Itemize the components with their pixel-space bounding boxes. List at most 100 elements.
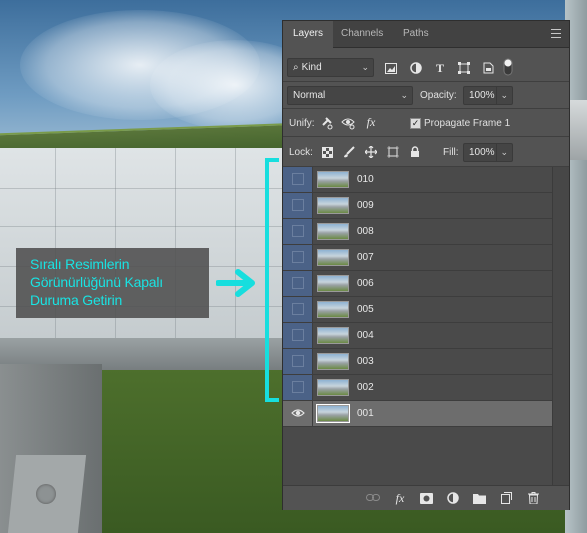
hidden-eye-icon xyxy=(292,199,304,211)
annotation-bracket xyxy=(265,158,279,402)
blend-mode-value: Normal xyxy=(293,90,326,101)
tab-paths[interactable]: Paths xyxy=(393,21,439,47)
layer-row[interactable]: 005 xyxy=(283,297,552,323)
add-mask-icon[interactable] xyxy=(419,491,433,505)
tab-channels[interactable]: Channels xyxy=(331,21,393,47)
opacity-value: 100% xyxy=(469,90,495,101)
new-group-icon[interactable] xyxy=(472,491,486,505)
layer-name: 007 xyxy=(357,252,374,263)
filter-row: ⌕ Kind ⌄ T xyxy=(283,48,569,82)
pixel-filter-icon[interactable] xyxy=(384,61,398,75)
hidden-eye-icon xyxy=(292,225,304,237)
layer-thumbnail xyxy=(317,379,349,396)
adjustment-filter-icon[interactable] xyxy=(409,61,423,75)
visibility-toggle-off[interactable] xyxy=(283,349,313,374)
visibility-toggle-on[interactable] xyxy=(283,401,313,426)
layer-row[interactable]: 001 xyxy=(283,401,552,427)
lock-position-icon[interactable] xyxy=(364,145,378,159)
filter-kind-value: Kind xyxy=(301,62,322,73)
type-filter-icon[interactable]: T xyxy=(433,61,447,75)
unify-visibility-icon[interactable] xyxy=(341,116,355,130)
unify-style-icon[interactable]: fx xyxy=(364,115,378,129)
new-layer-icon[interactable] xyxy=(499,491,513,505)
fill-label: Fill: xyxy=(443,147,459,158)
annotation-line-1: Sıralı Resimlerin xyxy=(30,256,130,272)
layer-thumbnail xyxy=(317,197,349,214)
layer-name: 006 xyxy=(357,278,374,289)
lock-artboard-icon[interactable] xyxy=(386,145,400,159)
layer-row[interactable]: 008 xyxy=(283,219,552,245)
layer-row[interactable]: 006 xyxy=(283,271,552,297)
chevron-down-icon: ⌄ xyxy=(361,62,369,72)
annotation-line-2: Görünürlüğünü Kapalı xyxy=(30,274,163,290)
unify-position-icon[interactable] xyxy=(320,116,334,130)
eye-icon xyxy=(291,409,305,417)
adjustment-layer-icon[interactable] xyxy=(446,491,460,505)
chevron-down-icon: ⌄ xyxy=(496,144,508,161)
hidden-eye-icon xyxy=(292,355,304,367)
visibility-toggle-off[interactable] xyxy=(283,245,313,270)
layer-name: 005 xyxy=(357,304,374,315)
annotation-box: Sıralı Resimlerin Görünürlüğünü Kapalı D… xyxy=(16,248,209,318)
visibility-toggle-off[interactable] xyxy=(283,323,313,348)
hidden-eye-icon xyxy=(292,251,304,263)
visibility-toggle-off[interactable] xyxy=(283,271,313,296)
panel-tabbar: Layers Channels Paths xyxy=(283,21,569,48)
smart-object-filter-icon[interactable] xyxy=(481,61,495,75)
opacity-label: Opacity: xyxy=(420,90,457,101)
layer-name: 009 xyxy=(357,200,374,211)
lock-transparent-pixels-icon[interactable] xyxy=(320,145,334,159)
layer-name: 001 xyxy=(357,408,374,419)
layer-thumbnail xyxy=(317,353,349,370)
opacity-input[interactable]: 100% ⌄ xyxy=(463,86,513,105)
panel-menu-icon[interactable] xyxy=(551,29,561,38)
visibility-toggle-off[interactable] xyxy=(283,167,313,192)
layer-thumbnail xyxy=(317,275,349,292)
propagate-checkbox[interactable]: ✓ xyxy=(410,118,421,129)
unify-row: Unify: fx ✓ Propagate Frame 1 xyxy=(283,109,569,137)
hidden-eye-icon xyxy=(292,381,304,393)
fx-icon[interactable]: fx xyxy=(393,491,407,505)
delete-layer-icon[interactable] xyxy=(526,491,540,505)
layer-row[interactable]: 004 xyxy=(283,323,552,349)
filter-kind-select[interactable]: ⌕ Kind ⌄ xyxy=(287,58,374,77)
layer-thumbnail xyxy=(316,404,350,423)
link-layers-icon[interactable] xyxy=(366,491,380,505)
bolt xyxy=(36,484,56,504)
chevron-down-icon: ⌄ xyxy=(400,90,408,100)
layer-name: 010 xyxy=(357,174,374,185)
fill-input[interactable]: 100% ⌄ xyxy=(463,143,513,162)
lock-label: Lock: xyxy=(289,147,313,158)
layer-row[interactable]: 010 xyxy=(283,167,552,193)
layer-name: 003 xyxy=(357,356,374,367)
layer-row[interactable]: 009 xyxy=(283,193,552,219)
visibility-toggle-off[interactable] xyxy=(283,193,313,218)
layer-name: 002 xyxy=(357,382,374,393)
layers-list: 010 009 008 007 006 005 004 003 002 001 xyxy=(283,167,569,485)
annotation-line-3: Duruma Getirin xyxy=(30,292,123,308)
layer-row[interactable]: 003 xyxy=(283,349,552,375)
layers-scrollbar[interactable] xyxy=(552,167,569,485)
layer-thumbnail xyxy=(317,223,349,240)
visibility-toggle-off[interactable] xyxy=(283,219,313,244)
layers-bottom-toolbar: fx xyxy=(283,485,569,510)
annotation-arrow-icon xyxy=(216,269,255,297)
layer-name: 008 xyxy=(357,226,374,237)
fill-value: 100% xyxy=(469,147,495,158)
hidden-eye-icon xyxy=(292,303,304,315)
layer-row[interactable]: 002 xyxy=(283,375,552,401)
hidden-eye-icon xyxy=(292,173,304,185)
layer-thumbnail xyxy=(317,301,349,318)
layers-panel: Layers Channels Paths ⌕Kind ⌄ T Normal xyxy=(282,20,570,510)
blend-mode-select[interactable]: Normal ⌄ xyxy=(287,86,413,105)
lock-row: Lock: Fill: 100% ⌄ xyxy=(283,137,569,167)
visibility-toggle-off[interactable] xyxy=(283,375,313,400)
lock-image-pixels-icon[interactable] xyxy=(342,145,356,159)
layer-row[interactable]: 007 xyxy=(283,245,552,271)
layer-thumbnail xyxy=(317,171,349,188)
visibility-toggle-off[interactable] xyxy=(283,297,313,322)
shape-filter-icon[interactable] xyxy=(457,61,471,75)
tab-layers[interactable]: Layers xyxy=(283,21,334,48)
lock-all-icon[interactable] xyxy=(408,145,422,159)
filter-toggle-icon[interactable] xyxy=(503,57,513,77)
